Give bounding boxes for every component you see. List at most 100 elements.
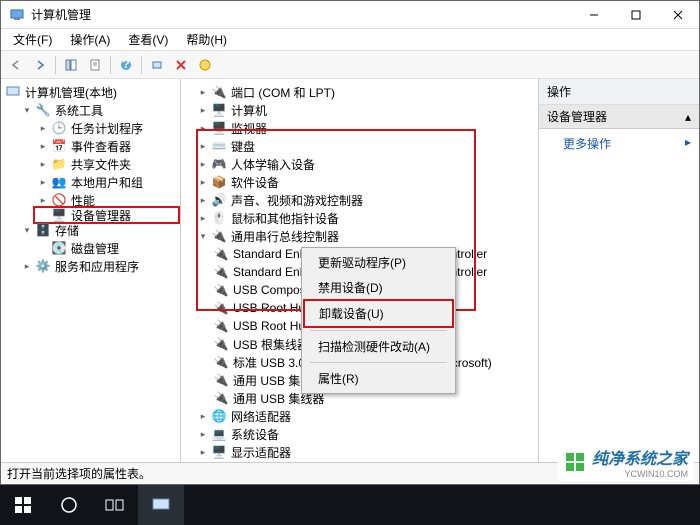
menu-view[interactable]: 查看(V) (120, 29, 176, 50)
expand-icon[interactable]: ▸ (37, 194, 49, 206)
help-button[interactable]: ? (115, 54, 137, 76)
chevron-up-icon[interactable]: ▴ (685, 110, 691, 124)
menu-action[interactable]: 操作(A) (62, 29, 118, 50)
collapse-icon[interactable]: ▾ (21, 104, 33, 116)
expand-icon[interactable]: ▸ (197, 104, 209, 116)
expand-icon[interactable]: ▸ (21, 260, 33, 272)
task-view-button[interactable] (92, 485, 138, 525)
minimize-button[interactable] (573, 1, 615, 28)
expand-icon[interactable]: ▸ (197, 140, 209, 152)
tree-services-apps[interactable]: ▸⚙️服务和应用程序 (17, 257, 180, 275)
collapse-icon[interactable]: ▾ (197, 230, 209, 242)
tree-storage[interactable]: ▾🗄️存储 (17, 221, 180, 239)
forward-button[interactable] (29, 54, 51, 76)
dev-monitors[interactable]: ▸🖥️监视器 (193, 119, 538, 137)
network-icon: 🌐 (211, 408, 227, 424)
tree-label: 监视器 (231, 120, 267, 137)
tree-label: 音频输入和输出 (231, 462, 315, 463)
expand-icon[interactable]: ▸ (37, 176, 49, 188)
usb-icon: 🔌 (213, 390, 229, 406)
expand-icon[interactable]: ▸ (197, 122, 209, 134)
watermark-logo-icon (564, 451, 586, 473)
ctx-update-driver[interactable]: 更新驱动程序(P) (304, 250, 453, 275)
left-tree-pane[interactable]: 计算机管理(本地) ▾🔧系统工具 ▸🕒任务计划程序 ▸📅事件查看器 ▸📁共享文件… (1, 79, 181, 462)
expand-icon[interactable]: ▸ (37, 158, 49, 170)
tree-label: 端口 (COM 和 LPT) (231, 84, 335, 101)
ctx-uninstall-device[interactable]: 卸载设备(U) (305, 301, 452, 326)
expand-icon[interactable]: ▸ (37, 122, 49, 134)
more-actions-label: 更多操作 (563, 137, 611, 151)
tree-local-users[interactable]: ▸👥本地用户和组 (33, 173, 180, 191)
expand-icon[interactable]: ▸ (197, 194, 209, 206)
tree-label: 鼠标和其他指针设备 (231, 210, 339, 227)
tree-disk-mgmt[interactable]: 💽磁盘管理 (33, 239, 180, 257)
dev-ports[interactable]: ▸🔌端口 (COM 和 LPT) (193, 83, 538, 101)
computer-mgmt-icon (5, 84, 21, 100)
actions-pane: 操作 设备管理器 ▴ 更多操作 ▸ (539, 79, 699, 462)
dev-audio[interactable]: ▸🎤音频输入和输出 (193, 461, 538, 462)
collapse-icon[interactable]: ▾ (21, 224, 33, 236)
dev-mouse[interactable]: ▸🖱️鼠标和其他指针设备 (193, 209, 538, 227)
dev-system-devices[interactable]: ▸💻系统设备 (193, 425, 538, 443)
dev-hid[interactable]: ▸🎮人体学输入设备 (193, 155, 538, 173)
expand-icon[interactable]: ▸ (197, 428, 209, 440)
toolbar-separator (55, 56, 56, 74)
close-button[interactable] (657, 1, 699, 28)
cortana-button[interactable] (46, 485, 92, 525)
properties-button[interactable] (84, 54, 106, 76)
show-hide-tree-button[interactable] (60, 54, 82, 76)
tree-label: USB Root Hub (233, 319, 312, 333)
ctx-disable-device[interactable]: 禁用设备(D) (304, 275, 453, 300)
tree-root[interactable]: 计算机管理(本地) (1, 83, 180, 101)
ctx-scan-hardware[interactable]: 扫描检测硬件改动(A) (304, 334, 453, 359)
expand-icon[interactable]: ▸ (37, 140, 49, 152)
tree-label: USB 根集线器 (233, 336, 309, 353)
dev-keyboards[interactable]: ▸⌨️键盘 (193, 137, 538, 155)
toolbar-separator (110, 56, 111, 74)
tree-label: 系统设备 (231, 426, 279, 443)
enable-device-button[interactable] (194, 54, 216, 76)
ctx-properties[interactable]: 属性(R) (304, 366, 453, 391)
tree-shared-folders[interactable]: ▸📁共享文件夹 (33, 155, 180, 173)
maximize-button[interactable] (615, 1, 657, 28)
disk-icon: 💽 (51, 240, 67, 256)
dev-sound[interactable]: ▸🔊声音、视频和游戏控制器 (193, 191, 538, 209)
tree-label: 存储 (55, 222, 79, 239)
status-text: 打开当前选择项的属性表。 (7, 465, 151, 482)
tree-system-tools[interactable]: ▾🔧系统工具 (17, 101, 180, 119)
menu-file[interactable]: 文件(F) (5, 29, 60, 50)
dev-computer[interactable]: ▸🖥️计算机 (193, 101, 538, 119)
expand-icon[interactable]: ▸ (197, 158, 209, 170)
dev-display[interactable]: ▸🖥️显示适配器 (193, 443, 538, 461)
tree-event-viewer[interactable]: ▸📅事件查看器 (33, 137, 180, 155)
dev-usb-controllers[interactable]: ▾🔌通用串行总线控制器 (193, 227, 538, 245)
dev-software[interactable]: ▸📦软件设备 (193, 173, 538, 191)
scan-hardware-button[interactable] (146, 54, 168, 76)
tree-label: 键盘 (231, 138, 255, 155)
expand-icon[interactable]: ▸ (197, 212, 209, 224)
expand-icon[interactable]: ▸ (197, 86, 209, 98)
computer-management-window: 计算机管理 文件(F) 操作(A) 查看(V) 帮助(H) ? 计算机管理(本地… (0, 0, 700, 485)
menu-help[interactable]: 帮助(H) (178, 29, 235, 50)
device-tree-pane[interactable]: ▸🔌端口 (COM 和 LPT) ▸🖥️计算机 ▸🖥️监视器 ▸⌨️键盘 ▸🎮人… (181, 79, 539, 462)
storage-icon: 🗄️ (35, 222, 51, 238)
expand-icon[interactable]: ▸ (197, 410, 209, 422)
computer-icon: 🖥️ (211, 102, 227, 118)
usb-icon: 🔌 (213, 336, 229, 352)
uninstall-button[interactable] (170, 54, 192, 76)
dev-network[interactable]: ▸🌐网络适配器 (193, 407, 538, 425)
start-button[interactable] (0, 485, 46, 525)
usb-icon: 🔌 (211, 228, 227, 244)
more-actions[interactable]: 更多操作 ▸ (539, 129, 699, 158)
tree-label: 软件设备 (231, 174, 279, 191)
taskbar-app-compmgmt[interactable] (138, 485, 184, 525)
expand-icon[interactable]: ▸ (197, 446, 209, 458)
expand-icon[interactable]: ▸ (197, 176, 209, 188)
wrench-icon: 🔧 (35, 102, 51, 118)
clock-icon: 🕒 (51, 120, 67, 136)
tree-label: 人体学输入设备 (231, 156, 315, 173)
tree-task-scheduler[interactable]: ▸🕒任务计划程序 (33, 119, 180, 137)
tree-label: 共享文件夹 (71, 156, 131, 173)
tree-label: 任务计划程序 (71, 120, 143, 137)
back-button[interactable] (5, 54, 27, 76)
